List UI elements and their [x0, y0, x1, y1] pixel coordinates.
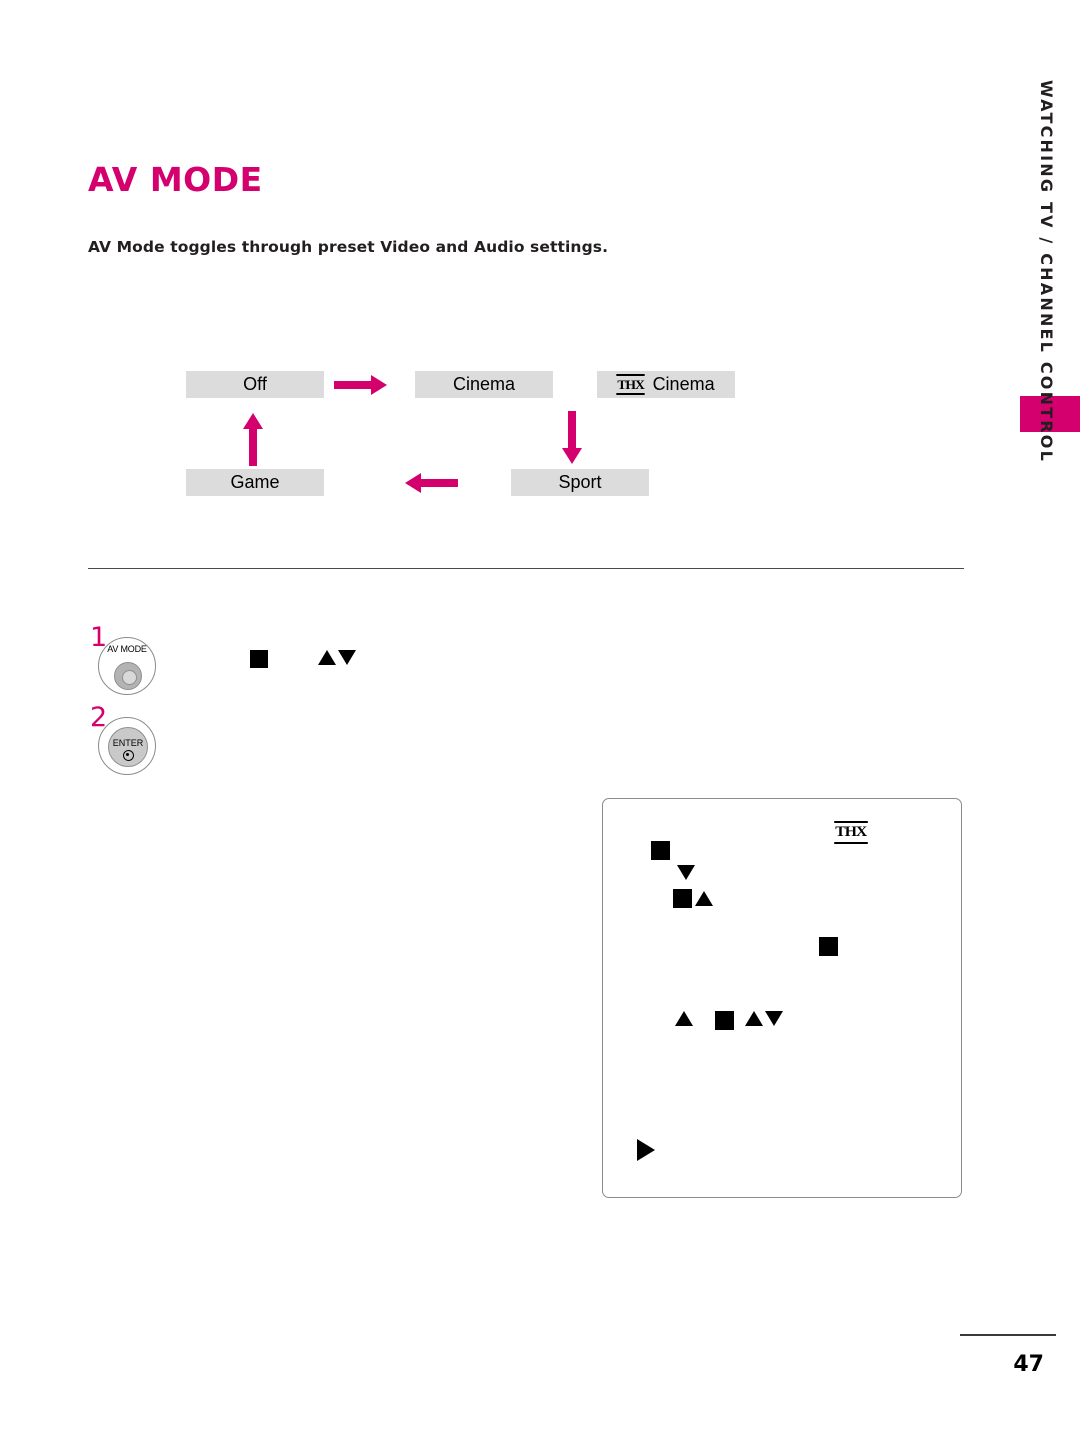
arrow-off-to-cinema: [334, 375, 387, 395]
step-1-triangle-down-icon: [338, 650, 356, 665]
section-divider: [88, 568, 964, 569]
flow-node-thx-cinema: THX Cinema: [597, 371, 735, 398]
manual-page: AV MODE AV Mode toggles through preset V…: [0, 0, 1080, 1439]
enter-dot-icon: [122, 749, 134, 761]
osd-marker-square-2: [673, 889, 692, 908]
osd-thx-logo-icon: THX: [834, 821, 868, 844]
thx-logo-icon: THX: [616, 374, 645, 395]
osd-marker-triangle-up-1: [695, 891, 713, 906]
intro-paragraph: AV Mode toggles through preset Video and…: [88, 238, 609, 256]
osd-marker-triangle-up-3: [745, 1011, 763, 1026]
page-number: 47: [1013, 1352, 1044, 1377]
footer-rule: [960, 1334, 1056, 1336]
flow-node-off-label: Off: [243, 374, 267, 394]
arrow-cinema-to-sport: [562, 411, 582, 464]
page-title: AV MODE: [88, 160, 263, 199]
flow-node-sport: Sport: [511, 469, 649, 496]
step-1-triangle-up-icon: [318, 650, 336, 665]
av-mode-button-label: AV MODE: [107, 644, 147, 654]
flow-node-game-label: Game: [230, 472, 280, 492]
flow-node-cinema-label: Cinema: [452, 374, 516, 394]
osd-marker-square-4: [715, 1011, 734, 1030]
flow-node-sport-label: Sport: [558, 472, 602, 492]
enter-button-icon[interactable]: ENTER: [98, 717, 156, 775]
sidebar-section-label: WATCHING TV / CHANNEL CONTROL: [1037, 80, 1056, 464]
osd-preview-panel: THX: [602, 798, 962, 1198]
flow-node-thx-cinema-label: Cinema: [652, 374, 715, 394]
osd-marker-triangle-down-2: [765, 1011, 783, 1026]
osd-marker-triangle-down-1: [677, 865, 695, 880]
arrow-sport-to-game: [405, 473, 458, 493]
osd-marker-triangle-right: [637, 1139, 655, 1161]
arrow-game-to-off: [243, 413, 263, 466]
osd-marker-square-3: [819, 937, 838, 956]
enter-button-face: ENTER: [108, 727, 148, 767]
flow-node-off: Off: [186, 371, 324, 398]
osd-marker-square-1: [651, 841, 670, 860]
flow-node-game: Game: [186, 469, 324, 496]
av-mode-button-icon[interactable]: AV MODE: [98, 637, 156, 695]
av-mode-button-center: [122, 670, 137, 685]
osd-marker-triangle-up-2: [675, 1011, 693, 1026]
step-1-square-marker-icon: [250, 650, 268, 668]
enter-button-label: ENTER: [112, 737, 144, 748]
flow-node-cinema: Cinema: [415, 371, 553, 398]
av-mode-button-inner-ring: [114, 662, 142, 690]
